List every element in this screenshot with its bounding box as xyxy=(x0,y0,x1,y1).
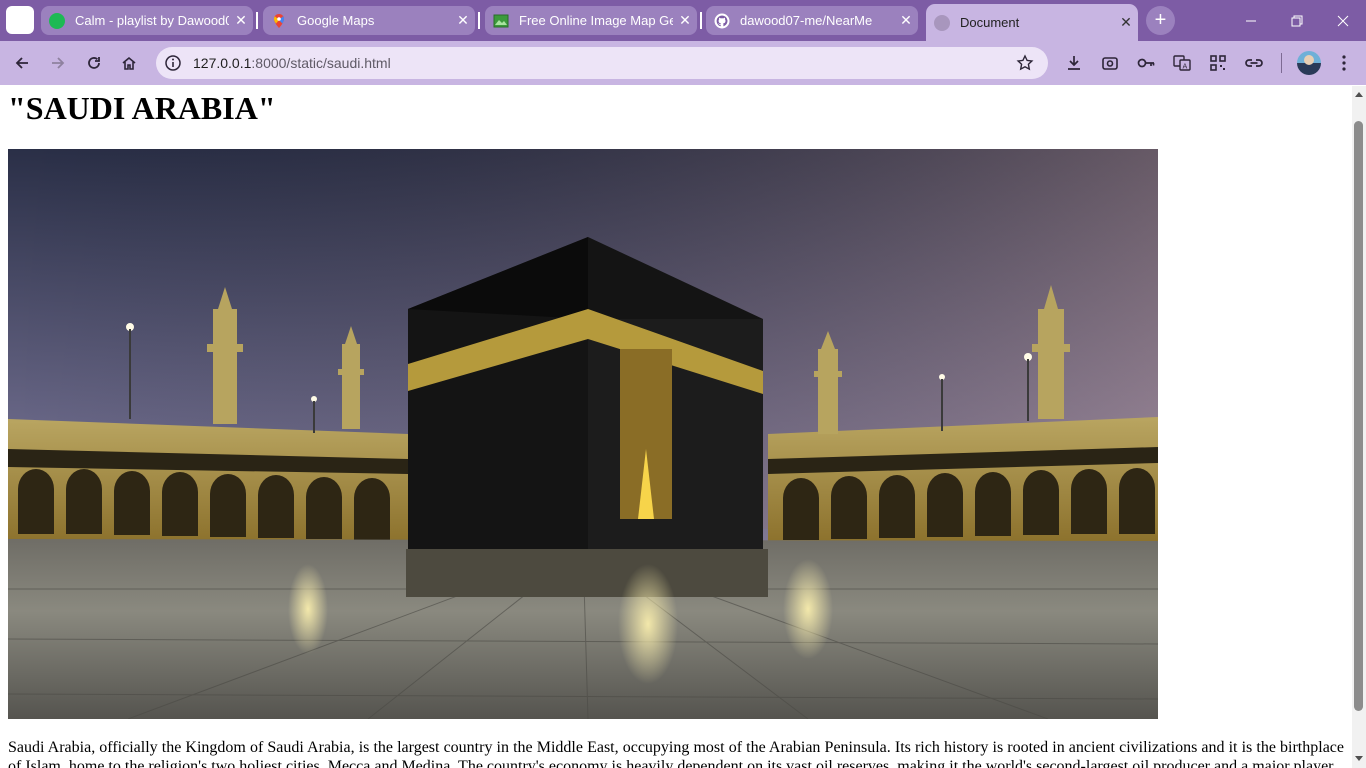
more-menu-icon[interactable] xyxy=(1334,53,1354,73)
tab-google-maps[interactable]: Google Maps ✕ xyxy=(263,6,475,35)
translate-icon[interactable]: A xyxy=(1172,53,1192,73)
tab-title: Free Online Image Map Gen xyxy=(519,13,673,28)
tab-title: dawood07-me/NearMe xyxy=(740,13,873,28)
page-viewport: "SAUDI ARABIA" Saudi Arabia, officially … xyxy=(0,86,1352,768)
vertical-scrollbar[interactable] xyxy=(1352,86,1366,768)
qr-code-icon[interactable] xyxy=(1208,53,1228,73)
tab-separator xyxy=(478,12,480,29)
github-icon xyxy=(714,13,730,29)
restore-button[interactable] xyxy=(1274,0,1320,41)
downloads-icon[interactable] xyxy=(1064,53,1084,73)
close-icon[interactable]: ✕ xyxy=(451,12,475,29)
kaaba-photo xyxy=(8,149,1158,719)
close-icon[interactable]: ✕ xyxy=(1114,14,1138,31)
restore-icon xyxy=(1291,15,1303,26)
bookmark-star-icon[interactable] xyxy=(1016,54,1034,72)
tab-strip: Calm - playlist by Dawood07 ✕ Google Map… xyxy=(0,0,1366,41)
arrow-left-icon xyxy=(15,57,28,69)
minimize-button[interactable] xyxy=(1228,0,1274,41)
close-window-icon xyxy=(1337,15,1349,26)
url-path: :8000/static/saudi.html xyxy=(251,55,391,71)
reload-button[interactable] xyxy=(80,49,108,77)
tab-github[interactable]: dawood07-me/NearMe ✕ xyxy=(706,6,918,35)
page-heading: "SAUDI ARABIA" xyxy=(8,90,276,126)
close-icon[interactable]: ✕ xyxy=(673,12,697,29)
link-icon[interactable] xyxy=(1244,53,1264,73)
home-icon xyxy=(122,56,136,70)
google-maps-icon xyxy=(271,13,287,29)
globe-icon xyxy=(934,14,950,31)
description-paragraph: Saudi Arabia, officially the Kingdom of … xyxy=(8,739,1344,768)
image-map-icon xyxy=(493,13,509,29)
screenshot-icon[interactable] xyxy=(1100,53,1120,73)
arrow-right-icon xyxy=(52,57,65,69)
close-window-button[interactable] xyxy=(1320,0,1366,41)
tab-separator xyxy=(256,12,258,29)
back-button[interactable] xyxy=(8,49,36,77)
toolbar-divider xyxy=(1281,53,1282,73)
scroll-down-icon[interactable] xyxy=(1355,756,1363,761)
forward-button[interactable] xyxy=(44,49,72,77)
close-icon[interactable]: ✕ xyxy=(229,12,253,29)
tab-title: Google Maps xyxy=(297,13,375,28)
profile-avatar[interactable] xyxy=(1297,51,1321,75)
minimize-icon xyxy=(1246,20,1256,21)
tab-separator xyxy=(700,12,702,29)
url-text[interactable]: 127.0.0.1:8000/static/saudi.html xyxy=(193,55,391,71)
tab-title: Calm - playlist by Dawood07 xyxy=(75,13,229,28)
home-button[interactable] xyxy=(115,49,143,77)
browser-toolbar: 127.0.0.1:8000/static/saudi.html A xyxy=(0,41,1366,85)
tab-document[interactable]: Document ✕ xyxy=(926,4,1138,41)
reload-icon xyxy=(88,57,100,69)
spotify-icon xyxy=(49,12,65,29)
app-menu-button[interactable] xyxy=(6,6,34,34)
password-key-icon[interactable] xyxy=(1136,53,1156,73)
scroll-up-icon[interactable] xyxy=(1355,92,1363,97)
close-icon[interactable]: ✕ xyxy=(894,12,918,29)
tab-title: Document xyxy=(960,15,1020,30)
tab-image-map[interactable]: Free Online Image Map Gen ✕ xyxy=(485,6,697,35)
site-info-icon[interactable] xyxy=(164,54,182,72)
new-tab-button[interactable]: + xyxy=(1146,6,1175,35)
tab-spotify[interactable]: Calm - playlist by Dawood07 ✕ xyxy=(41,6,253,35)
url-host: 127.0.0.1 xyxy=(193,55,252,71)
address-bar[interactable]: 127.0.0.1:8000/static/saudi.html xyxy=(156,47,1048,79)
svg-text:A: A xyxy=(1183,63,1188,71)
scrollbar-thumb[interactable] xyxy=(1354,121,1363,711)
